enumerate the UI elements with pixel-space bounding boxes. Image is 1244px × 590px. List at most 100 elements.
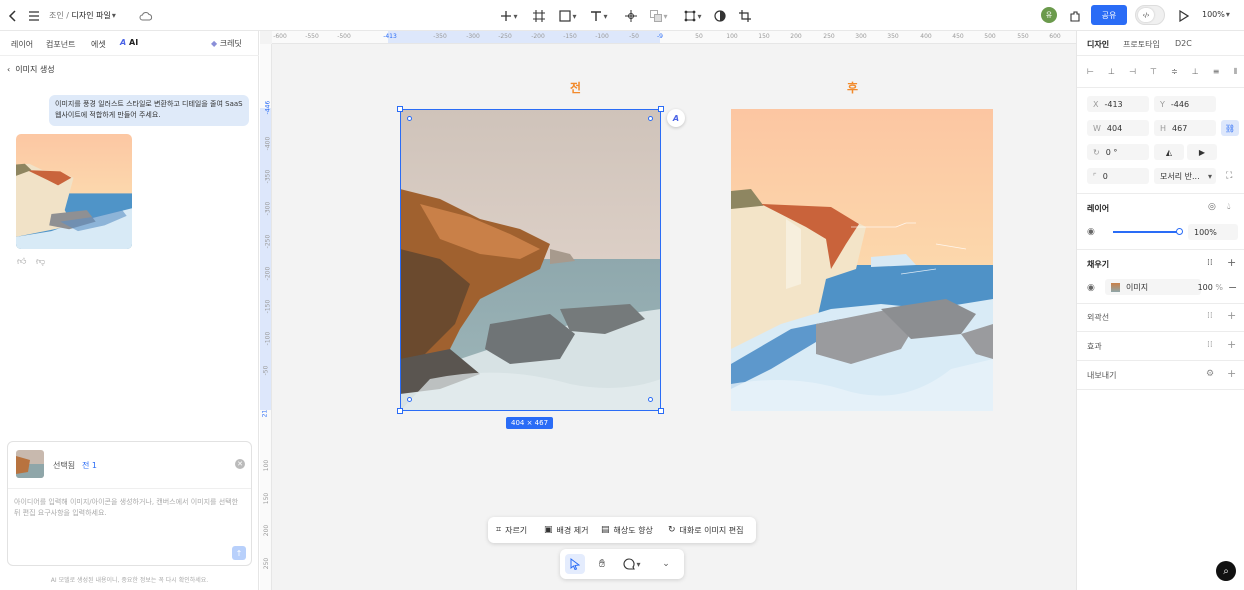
resize-handle[interactable] — [658, 408, 664, 414]
distribute-icon[interactable]: ≡ — [1213, 67, 1220, 79]
text-tool-button[interactable]: ▾ — [587, 6, 611, 26]
independent-corners-icon[interactable]: ⛶ — [1226, 171, 1232, 181]
credit-button[interactable]: ◆ 크레딧 — [211, 38, 242, 49]
add-tool-button[interactable]: ▾ — [497, 6, 521, 26]
distribute-vertical-icon[interactable]: ⦀ — [1233, 67, 1237, 79]
opacity-drop-icon[interactable]: 💧︎ — [1227, 202, 1231, 212]
blend-mode-icon[interactable]: ◎ — [1208, 202, 1216, 212]
opacity-slider-thumb[interactable] — [1176, 228, 1183, 235]
after-illustration[interactable] — [731, 109, 993, 411]
fill-opacity-field[interactable]: 100 % — [1189, 279, 1225, 295]
frame-tool-icon[interactable] — [529, 6, 549, 26]
resize-handle[interactable] — [658, 106, 664, 112]
align-center-horizontal-icon[interactable]: ⊥ — [1108, 67, 1115, 79]
align-right-icon[interactable]: ⊣ — [1129, 67, 1136, 79]
fill-styles-icon[interactable]: ⁞⁞ — [1207, 258, 1213, 268]
rotation-field[interactable]: ↻ 0 ° — [1087, 144, 1149, 160]
mask-icon[interactable] — [710, 6, 730, 26]
tab-components[interactable]: 컴포넌트 — [46, 39, 75, 50]
add-fill-icon[interactable]: + — [1227, 256, 1236, 269]
export-settings-icon[interactable]: ⚙︎ — [1206, 369, 1214, 379]
align-left-icon[interactable]: ⊢ — [1087, 67, 1094, 79]
upscale-button[interactable]: ▤ 해상도 향상 — [601, 517, 653, 543]
expand-icon[interactable]: ⌄ — [656, 554, 676, 574]
breadcrumb-parent[interactable]: 조인 — [49, 11, 64, 20]
hd-icon: ▤ — [601, 525, 610, 535]
height-value: 467 — [1172, 123, 1188, 133]
component-tool-button[interactable]: ▾ — [681, 6, 705, 26]
rectangle-tool-button[interactable]: ▾ — [556, 6, 580, 26]
align-top-icon[interactable]: ⊤ — [1150, 67, 1157, 79]
corner-mode-select[interactable]: 모서리 반... ▾ — [1154, 168, 1216, 184]
boolean-tool-button[interactable]: ▾ — [647, 6, 671, 26]
thumbs-down-icon[interactable]: 👎︎ — [36, 257, 45, 267]
eye-icon[interactable]: ◉ — [1087, 227, 1095, 237]
back-to-ai-home[interactable]: ‹ 이미지 생성 — [7, 64, 55, 75]
corner-radius-handle[interactable] — [407, 397, 412, 402]
tab-prototype[interactable]: 프로토타입 — [1123, 39, 1160, 50]
tab-ai[interactable]: A AI — [120, 38, 138, 47]
search-icon[interactable]: ⌕ — [1216, 561, 1236, 581]
hand-tool-icon[interactable]: ✋︎ — [592, 554, 612, 574]
add-stroke-icon[interactable]: + — [1227, 309, 1236, 322]
x-field[interactable]: X -413 — [1087, 96, 1149, 112]
remove-background-button[interactable]: ▣ 배경 제거 — [544, 517, 589, 543]
align-bottom-icon[interactable]: ⊥ — [1192, 67, 1199, 79]
corner-radius-handle[interactable] — [648, 397, 653, 402]
chat-edit-button[interactable]: ↻ 대화로 이미지 편집 — [668, 517, 744, 543]
effect-styles-icon[interactable]: ⁞⁞ — [1207, 340, 1213, 350]
fill-row[interactable]: 이미지 — [1105, 279, 1201, 295]
opacity-slider-track[interactable] — [1113, 231, 1179, 233]
ruler-tick: -500 — [337, 33, 351, 40]
comment-tool-icon[interactable]: ▾ — [618, 554, 646, 574]
lock-ratio-icon[interactable]: ⛓︎ — [1221, 120, 1239, 136]
chevron-down-icon[interactable]: ▾ — [112, 11, 116, 20]
prompt-textarea[interactable]: 아이디어를 입력해 이미지/아이콘을 생성하거나, 캔버스에서 이미지를 선택한… — [14, 497, 242, 519]
back-icon[interactable] — [3, 6, 23, 26]
vertical-ruler[interactable]: -446 -400 -350 -300 -250 -200 -150 -100 … — [260, 44, 272, 590]
fill-visibility-icon[interactable]: ◉ — [1087, 283, 1095, 293]
tab-d2c[interactable]: D2C — [1175, 39, 1192, 48]
dev-mode-toggle[interactable]: ‹/› — [1135, 5, 1165, 25]
plugin-icon[interactable] — [1065, 6, 1085, 26]
resize-handle[interactable] — [397, 408, 403, 414]
height-field[interactable]: H 467 — [1154, 120, 1216, 136]
remove-fill-icon[interactable]: − — [1228, 281, 1237, 294]
resize-handle[interactable] — [397, 106, 403, 112]
ruler-tick-selected: -9 — [657, 33, 663, 40]
file-name[interactable]: 디자인 파일 — [72, 11, 111, 20]
horizontal-ruler[interactable]: -600 -550 -500 -413 -350 -300 -250 -200 … — [272, 31, 1076, 44]
flip-vertical-icon[interactable]: ▶ — [1187, 144, 1217, 160]
tab-layers[interactable]: 레이어 — [11, 39, 33, 50]
ai-edit-icon[interactable]: A — [667, 109, 685, 127]
flip-horizontal-icon[interactable]: ◭ — [1154, 144, 1184, 160]
thumbs-up-icon[interactable]: 👍︎ — [17, 257, 26, 267]
stroke-styles-icon[interactable]: ⁞⁞ — [1207, 311, 1213, 321]
menu-icon[interactable] — [24, 6, 44, 26]
width-field[interactable]: W 404 — [1087, 120, 1149, 136]
select-tool-icon[interactable] — [565, 554, 585, 574]
add-export-icon[interactable]: + — [1227, 367, 1236, 380]
play-icon[interactable] — [1174, 6, 1194, 26]
corner-radius-handle[interactable] — [648, 116, 653, 121]
move-icon[interactable] — [621, 6, 641, 26]
align-center-vertical-icon[interactable]: ≑ — [1171, 67, 1178, 79]
ai-icon: A — [120, 38, 127, 47]
selection-box[interactable] — [400, 109, 661, 411]
share-button[interactable]: 공유 — [1091, 5, 1127, 25]
crop-button[interactable]: ⌗ 자르기 — [496, 517, 527, 543]
corner-radius-field[interactable]: ⌜ 0 — [1087, 168, 1149, 184]
tab-assets[interactable]: 에셋 — [91, 39, 106, 50]
opacity-field[interactable]: 100% — [1188, 224, 1238, 240]
zoom-dropdown[interactable]: 100%▾ — [1202, 10, 1230, 19]
add-effect-icon[interactable]: + — [1227, 338, 1236, 351]
canvas[interactable]: -600 -550 -500 -413 -350 -300 -250 -200 … — [260, 31, 1076, 590]
y-field[interactable]: Y -446 — [1154, 96, 1216, 112]
corner-radius-handle[interactable] — [407, 116, 412, 121]
generated-image-thumbnail[interactable] — [16, 134, 132, 249]
crop-icon[interactable] — [735, 6, 755, 26]
avatar[interactable]: 유 — [1041, 7, 1057, 23]
send-button[interactable]: ↑ — [232, 546, 246, 560]
remove-selection-icon[interactable]: ✕ — [235, 459, 245, 469]
tab-design[interactable]: 디자인 — [1087, 39, 1109, 50]
